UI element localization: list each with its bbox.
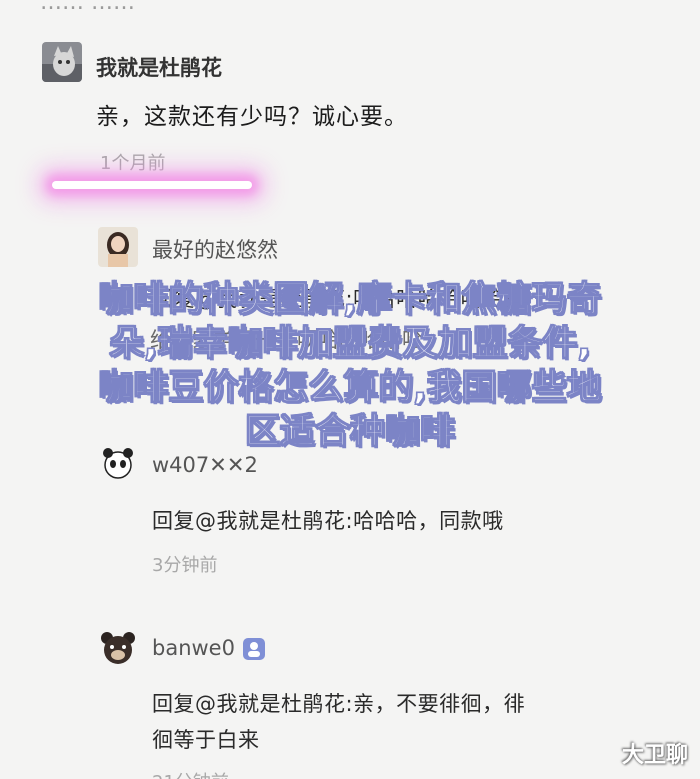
comment-timestamp: 1个月前 (100, 153, 166, 174)
reply-username[interactable]: w407✕✕2 (152, 453, 258, 477)
commenter-name[interactable]: 我就是杜鹃花 (96, 52, 222, 82)
reply-timestamp: 21分钟前 (152, 768, 229, 779)
source-watermark: 大卫聊 (621, 743, 688, 768)
reply-timestamp: 3分钟前 (152, 555, 218, 576)
previous-comment-fragment: …… …… (40, 0, 135, 15)
reply-username-text[interactable]: banwe0 (152, 636, 235, 660)
reply-avatar[interactable] (98, 628, 138, 668)
commenter-avatar[interactable] (42, 42, 82, 82)
reply-text: 回复@我就是杜鹃花:哈哈哈，同款哦 (152, 509, 504, 533)
article-title-overlay: 咖啡的种类图解,摩卡和焦糖玛奇 朵,瑞幸咖啡加盟费及加盟条件, 咖啡豆价格怎么算… (0, 278, 700, 454)
reply-avatar[interactable] (98, 227, 138, 267)
reply-username[interactable]: 最好的赵悠然 (152, 234, 278, 264)
girl-avatar-icon (98, 227, 138, 267)
title-line: 咖啡的种类图解,摩卡和焦糖玛奇 (98, 279, 603, 320)
reply-text-continued: 徊等于白来 (152, 728, 260, 752)
title-line: 咖啡豆价格怎么算的,我国哪些地 (98, 367, 603, 408)
title-line: 朵,瑞幸咖啡加盟费及加盟条件, (109, 323, 592, 364)
highlight-glow-line (52, 181, 252, 189)
reply-text: 回复@我就是杜鹃花:亲，不要徘徊，徘 (152, 692, 526, 716)
bear-avatar-icon (98, 628, 138, 668)
title-line: 区适合种咖啡 (244, 411, 455, 452)
cat-avatar-icon (42, 42, 82, 82)
user-badge-icon (242, 638, 265, 660)
reply-username[interactable]: banwe0 (152, 636, 265, 660)
comment-text: 亲，这款还有少吗？诚心要。 (96, 104, 408, 130)
